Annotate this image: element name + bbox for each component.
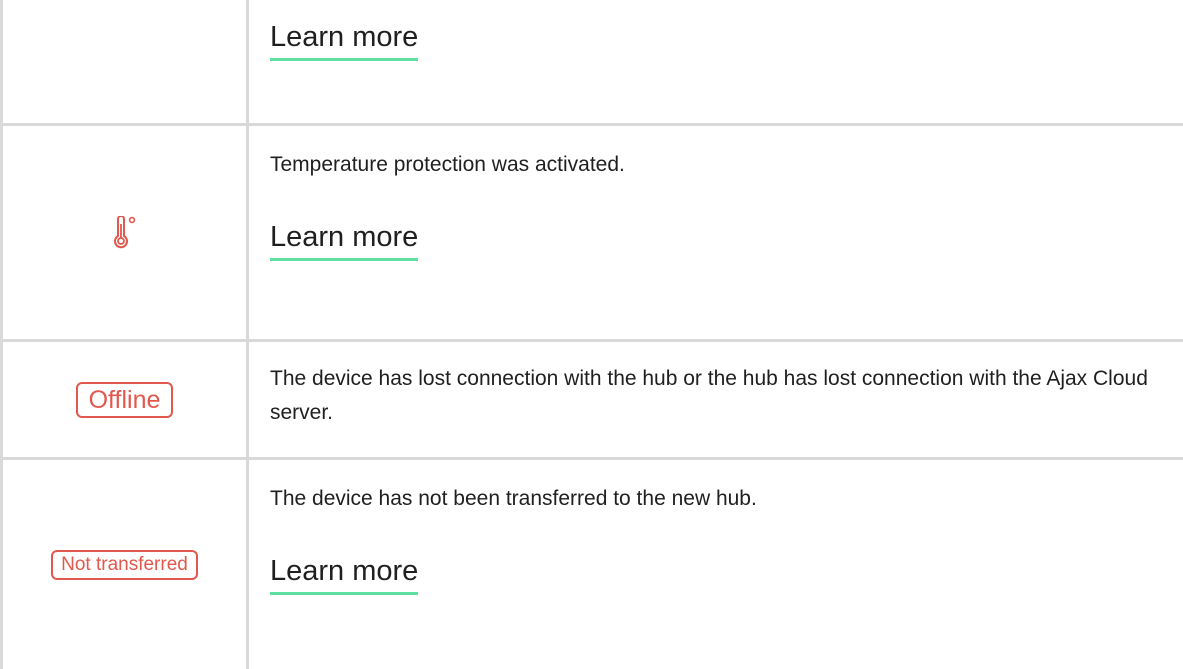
description-cell: The device has not been transferred to t… xyxy=(270,482,1163,595)
table-row: Learn more xyxy=(0,0,1183,123)
table-row: Offline The device has lost connection w… xyxy=(0,342,1183,457)
description-cell: Temperature protection was activated. Le… xyxy=(270,148,1163,261)
learn-more-link[interactable]: Learn more xyxy=(270,20,419,61)
icon-cell: Offline xyxy=(3,342,246,457)
not-transferred-badge: Not transferred xyxy=(51,549,198,580)
learn-more-link[interactable]: Learn more xyxy=(270,220,419,261)
description-text: Temperature protection was activated. xyxy=(270,153,625,176)
description-cell: Learn more xyxy=(270,20,1163,61)
status-table: Learn more Temperature protection was ac… xyxy=(0,0,1183,669)
icon-cell: Not transferred xyxy=(3,460,246,669)
learn-more-link[interactable]: Learn more xyxy=(270,554,419,595)
table-row: Temperature protection was activated. Le… xyxy=(0,126,1183,339)
description-cell: The device has lost connection with the … xyxy=(270,362,1163,430)
table-row: Not transferred The device has not been … xyxy=(0,460,1183,669)
icon-cell xyxy=(3,126,246,339)
description-text: The device has not been transferred to t… xyxy=(270,487,757,510)
offline-badge: Offline xyxy=(75,381,174,418)
thermometer-degree-icon xyxy=(112,215,138,257)
description-text: The device has lost connection with the … xyxy=(270,367,1148,424)
